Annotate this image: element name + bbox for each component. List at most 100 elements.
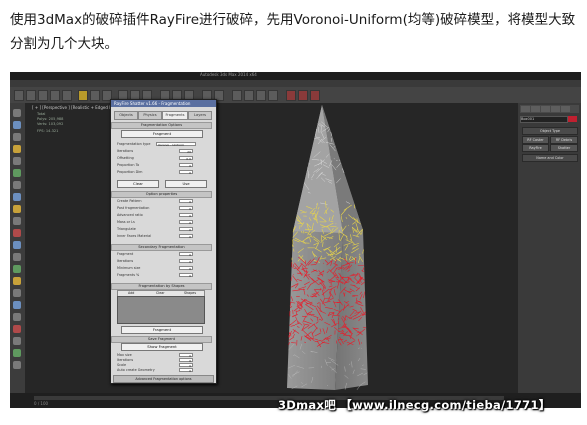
schematic-icon[interactable] [256,90,266,101]
proportion-dim-label: Proportion Dim [117,170,143,174]
tool-icon[interactable] [13,253,21,261]
tool-icon[interactable] [13,265,21,273]
render-frame-icon[interactable] [298,90,308,101]
perspective-viewport[interactable]: [ + ] [Perspective ] [Realistic + Edged … [25,103,518,393]
tool-icon[interactable] [13,361,21,369]
redo-icon[interactable] [26,90,36,101]
fragmentation-by-shapes-title[interactable]: Fragmentation by Shapes [111,283,212,290]
object-name-field[interactable]: Box001 [520,116,568,123]
show-fragment-button[interactable]: Show Fragment [121,343,203,351]
iterations-field[interactable]: 20 [179,149,193,154]
option-properties-title[interactable]: Option properties [111,191,212,198]
fragment-button[interactable]: Fragment [121,130,203,138]
offsetting-field[interactable]: 0.0 [179,156,193,161]
display-tab-icon[interactable] [561,106,570,112]
menu-bar: Edit Tools Group Views Create Modifiers … [10,80,581,96]
fragment-shapes-button[interactable]: Fragment [121,326,203,334]
tool-icon[interactable] [13,241,21,249]
extra-label: Max size [117,353,132,357]
tool-icon[interactable] [13,121,21,129]
option-field[interactable]: 0 [179,213,193,218]
option-field[interactable]: 0 [179,234,193,239]
secondary-fragmentation-title[interactable]: Secondary Fragmentation [111,244,212,251]
object-color-swatch[interactable] [568,116,577,122]
save-fragment-title[interactable]: Save Fragment [111,336,212,343]
tab-layers[interactable]: Layers [188,111,212,120]
tool-icon[interactable] [13,337,21,345]
render-setup-icon[interactable] [286,90,296,101]
left-toolbar [10,103,25,393]
use-button[interactable]: Use [165,180,207,188]
extra-field[interactable]: 0 [179,358,193,363]
motion-tab-icon[interactable] [551,106,560,112]
secondary-field[interactable]: 0 [179,252,193,257]
tool-icon[interactable] [13,325,21,333]
curve-editor-icon[interactable] [244,90,254,101]
proportion-dim-field[interactable]: 0 [179,170,193,175]
option-field[interactable]: 0 [179,220,193,225]
tool-icon[interactable] [13,301,21,309]
tool-icon[interactable] [13,277,21,285]
tool-icon[interactable] [13,181,21,189]
tool-icon[interactable] [13,349,21,357]
fragmentation-options-title[interactable]: Fragmentation Options [111,122,212,129]
clear-button[interactable]: Clear [117,180,159,188]
layer-icon[interactable] [232,90,242,101]
tab-fragments[interactable]: Fragments [162,111,188,120]
render-icon[interactable] [310,90,320,101]
shatter-button[interactable]: Shatter [550,144,578,152]
rf-debris-button[interactable]: RF Debris [550,136,578,144]
frag-type-select[interactable]: Voronoi - Uniform [156,142,196,147]
proportion-to-field[interactable]: 0 [179,163,193,168]
tab-physics[interactable]: Physics [138,111,162,120]
undo-icon[interactable] [14,90,24,101]
extra-label: Scale [117,363,127,367]
tool-icon[interactable] [13,313,21,321]
main-toolbar [10,87,581,103]
extra-field[interactable]: 0 [179,368,193,373]
fractured-obelisk-model[interactable] [25,103,518,393]
dialog-title: RayFire Shatter v1.66 - Fragmentation [111,100,216,107]
tool-icon[interactable] [13,205,21,213]
extra-field[interactable]: 0 [179,363,193,368]
tool-icon[interactable] [13,157,21,165]
tool-icon[interactable] [13,217,21,225]
unlink-icon[interactable] [50,90,60,101]
advanced-options-rollout[interactable]: Advanced Fragmentation options [113,375,214,383]
name-color-rollout[interactable]: Name and Color [522,154,578,162]
create-tab-icon[interactable] [521,106,530,112]
secondary-field[interactable]: 0 [179,259,193,264]
option-field[interactable]: 0 [179,206,193,211]
rayfire-button[interactable]: RayFire [522,144,549,152]
modify-tab-icon[interactable] [531,106,540,112]
tool-icon[interactable] [13,109,21,117]
extra-label: Auto create Geometry [117,368,155,372]
shapes-listbox[interactable] [117,296,205,324]
tool-icon[interactable] [13,193,21,201]
article-caption: 使用3dMax的破碎插件RayFire进行破碎，先用Voronoi-Unifor… [10,8,580,56]
material-editor-icon[interactable] [268,90,278,101]
caption-line-1: 使用3dMax的破碎插件RayFire进行破碎，先用Voronoi-Unifor… [10,12,576,28]
secondary-label: Fragment [117,252,134,256]
link-icon[interactable] [38,90,48,101]
proportion-to-label: Proportion To [117,163,140,167]
rf-caster-button[interactable]: RF Caster [522,136,549,144]
option-field[interactable]: 0 [179,199,193,204]
select-by-name-icon[interactable] [90,90,100,101]
tool-icon[interactable] [13,169,21,177]
option-field[interactable]: 0 [179,227,193,232]
caption-line-2: 分割为几个大块。 [10,36,118,52]
tool-icon[interactable] [13,289,21,297]
extra-field[interactable]: 0 [179,353,193,358]
bind-icon[interactable] [62,90,72,101]
tab-objects[interactable]: Objects [114,111,138,120]
tool-icon[interactable] [13,229,21,237]
object-type-rollout[interactable]: Object Type [522,127,578,135]
secondary-field[interactable]: 0 [179,266,193,271]
hierarchy-tab-icon[interactable] [541,106,550,112]
select-icon[interactable] [78,90,88,101]
tool-icon[interactable] [13,145,21,153]
secondary-field[interactable]: 0 [179,273,193,278]
tool-icon[interactable] [13,133,21,141]
command-panel-tabs [520,105,579,113]
